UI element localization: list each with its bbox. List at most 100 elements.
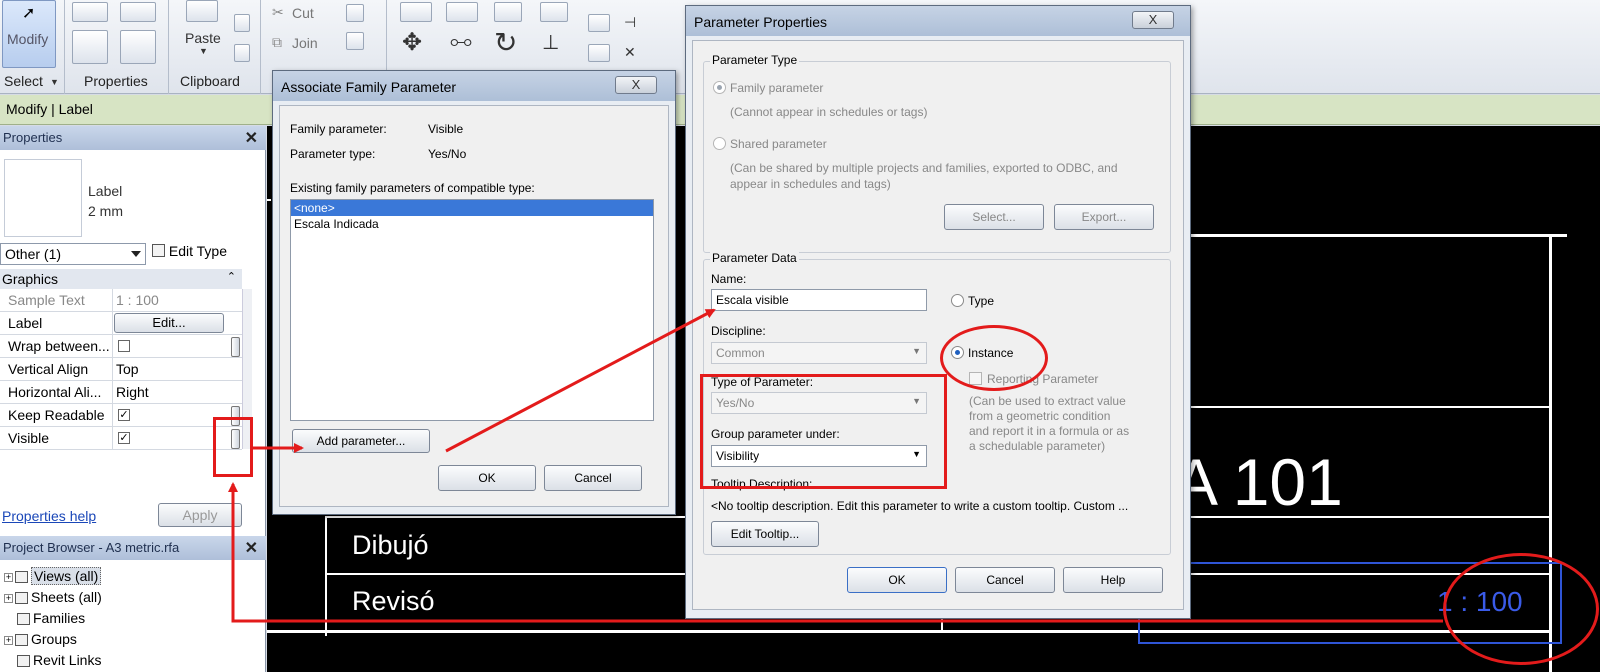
close-button[interactable]: X <box>1132 11 1174 29</box>
list-item-escala-indicada[interactable]: Escala Indicada <box>291 216 653 232</box>
tree-sheets[interactable]: + Sheets (all) <box>4 589 102 605</box>
close-button[interactable]: X <box>615 76 657 94</box>
help-button[interactable]: Help <box>1063 567 1163 593</box>
filter-value: Other (1) <box>5 246 62 262</box>
property-key: Vertical Align <box>8 361 89 377</box>
cut-label[interactable]: Cut <box>292 5 314 21</box>
family-types-icon[interactable] <box>120 2 156 22</box>
rotate-icon[interactable]: ↻ <box>494 26 517 59</box>
family-category-icon[interactable] <box>120 30 156 64</box>
properties-help-link[interactable]: Properties help <box>2 508 96 524</box>
move-icon[interactable]: ✥ <box>402 28 422 57</box>
property-row-wrap: Wrap between... <box>0 335 242 358</box>
add-parameter-button[interactable]: Add parameter... <box>292 429 430 453</box>
dibujo-text: Dibujó <box>352 530 429 560</box>
type-properties-icon[interactable] <box>72 30 108 64</box>
tree-revit-links[interactable]: Revit Links <box>4 652 101 668</box>
type-radio-label[interactable]: Type <box>968 294 994 308</box>
shared-parameter-label[interactable]: Shared parameter <box>730 137 827 151</box>
wrap-checkbox[interactable] <box>118 340 130 352</box>
expand-icon[interactable]: + <box>4 635 13 645</box>
copy-tool-icon[interactable]: ⧟ <box>450 28 472 54</box>
delete-icon[interactable]: ✕ <box>624 44 636 61</box>
scale-icon[interactable] <box>588 44 610 62</box>
parameters-list[interactable]: <none> Escala Indicada <box>290 199 654 421</box>
split-icon[interactable] <box>346 32 364 50</box>
properties-icon[interactable] <box>72 2 108 22</box>
title-block-line <box>267 199 271 201</box>
mirror-icon[interactable] <box>494 2 522 22</box>
geometry-icon[interactable] <box>346 4 364 22</box>
copy-icon[interactable] <box>234 14 250 32</box>
paste-label[interactable]: Paste <box>185 30 221 46</box>
close-icon[interactable]: ✕ <box>245 128 258 148</box>
select-button[interactable]: Select... <box>944 204 1044 230</box>
instance-filter-dropdown[interactable]: Other (1) <box>0 243 146 265</box>
property-value[interactable]: Top <box>116 361 139 377</box>
edit-tooltip-button[interactable]: Edit Tooltip... <box>711 521 819 547</box>
cursor-arrow-icon: ➚ <box>22 5 36 22</box>
parameter-type-label: Parameter type: <box>290 147 376 161</box>
align-icon[interactable] <box>400 2 432 22</box>
type-preview-image <box>4 159 82 237</box>
apply-button[interactable]: Apply <box>158 503 242 527</box>
properties-panel-label: Properties <box>84 73 148 89</box>
match-properties-icon[interactable] <box>234 44 250 62</box>
join-icon[interactable]: ⧉ <box>272 34 282 51</box>
property-value[interactable]: 1 : 100 <box>116 292 159 308</box>
offset-icon[interactable] <box>446 2 478 22</box>
trim-icon[interactable]: ⊥ <box>542 30 559 55</box>
select-dropdown-icon[interactable]: ▼ <box>50 77 59 87</box>
family-parameter-value: Visible <box>428 122 464 136</box>
cancel-button[interactable]: Cancel <box>544 465 642 491</box>
sheet-number-text: A 101 <box>1174 445 1343 519</box>
cancel-button[interactable]: Cancel <box>955 567 1055 593</box>
property-value[interactable]: Right <box>116 384 149 400</box>
reporting-note-1: (Can be used to extract value <box>969 394 1126 408</box>
discipline-dropdown[interactable]: Common ▼ <box>711 342 927 364</box>
groups-icon <box>15 634 28 647</box>
chevron-down-icon <box>131 251 141 257</box>
property-row-keep-readable: Keep Readable ✓ <box>0 404 242 427</box>
ok-button[interactable]: OK <box>847 567 947 593</box>
paste-dropdown-icon[interactable]: ▼ <box>199 46 208 56</box>
parameter-type-value: Yes/No <box>428 147 467 161</box>
property-key: Sample Text <box>8 292 85 308</box>
select-panel-label[interactable]: Select <box>4 73 43 89</box>
array-icon[interactable] <box>588 14 610 32</box>
context-tab-label[interactable]: Modify | Label <box>6 101 93 117</box>
label-edit-button[interactable]: Edit... <box>114 313 224 333</box>
close-icon[interactable]: ✕ <box>245 538 258 558</box>
paste-icon[interactable] <box>186 0 218 22</box>
ok-button[interactable]: OK <box>438 465 536 491</box>
modify-button[interactable]: ➚ Modify <box>2 0 56 68</box>
name-input[interactable]: Escala visible <box>711 289 927 311</box>
keep-readable-checkbox[interactable]: ✓ <box>118 409 130 421</box>
expand-icon[interactable]: + <box>4 572 13 582</box>
tree-groups[interactable]: + Groups <box>4 631 77 647</box>
associate-parameter-button-1[interactable] <box>231 337 240 357</box>
tree-families[interactable]: Families <box>4 610 85 626</box>
visible-checkbox[interactable]: ✓ <box>118 432 130 444</box>
expand-icon[interactable]: + <box>4 593 13 603</box>
mirror-draw-icon[interactable] <box>540 2 568 22</box>
links-icon <box>17 655 30 668</box>
dialog-title: Associate Family Parameter <box>281 79 457 95</box>
family-parameter-label[interactable]: Family parameter <box>730 81 823 95</box>
dialog-title-bar[interactable]: Parameter Properties <box>686 6 1190 36</box>
tree-views[interactable]: + Views (all) <box>4 567 102 585</box>
export-button[interactable]: Export... <box>1054 204 1154 230</box>
shared-parameter-radio[interactable] <box>713 137 726 150</box>
collapse-icon[interactable]: ⌃ <box>227 270 236 283</box>
cut-icon[interactable]: ✂ <box>272 4 284 21</box>
join-label[interactable]: Join <box>292 35 318 51</box>
existing-parameters-label: Existing family parameters of compatible… <box>290 181 535 195</box>
edit-type-button[interactable]: Edit Type <box>152 243 227 259</box>
graphics-group-header[interactable]: Graphics ⌃ <box>0 269 242 289</box>
pin-icon[interactable]: ⊣ <box>624 14 636 31</box>
family-parameter-radio[interactable] <box>713 81 726 94</box>
list-item-none[interactable]: <none> <box>291 200 653 216</box>
property-row-sample-text: Sample Text 1 : 100 <box>0 289 242 312</box>
type-radio[interactable] <box>951 294 964 307</box>
type-selector[interactable]: Label 2 mm <box>88 181 123 221</box>
